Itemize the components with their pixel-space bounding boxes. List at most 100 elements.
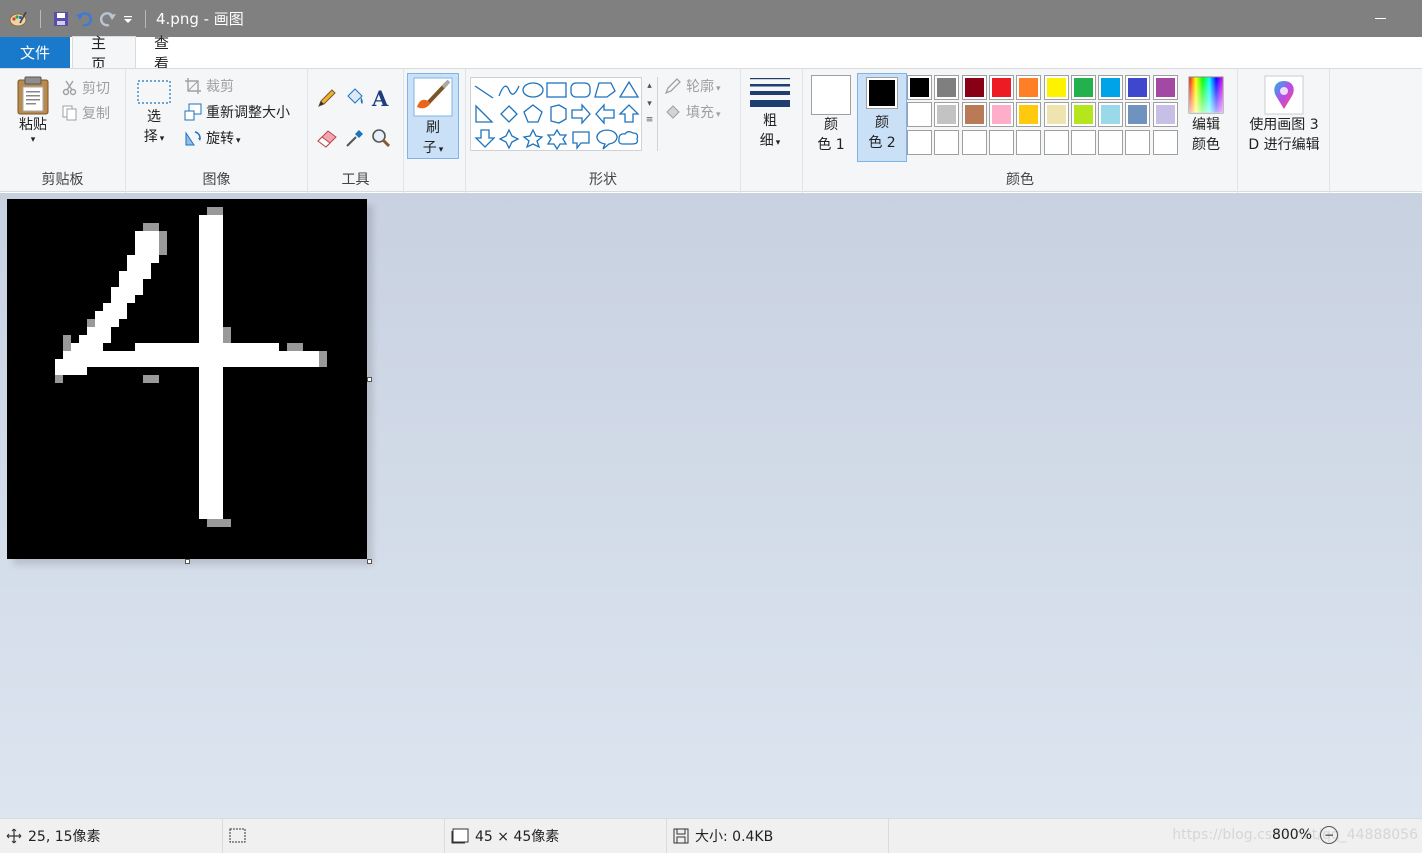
palette-swatch[interactable]: [961, 129, 987, 155]
oval-callout-shape-icon: [596, 129, 618, 150]
size-button[interactable]: 粗 细: [748, 77, 792, 153]
tab-home[interactable]: 主页: [72, 34, 136, 73]
palette-swatch[interactable]: [1070, 102, 1096, 128]
color1-button[interactable]: 颜 色 1: [809, 75, 853, 155]
image-size-text: 45 × 45像素: [475, 829, 560, 845]
pencil-icon[interactable]: [316, 87, 338, 109]
palette-swatch[interactable]: [1125, 102, 1151, 128]
fill-bucket-icon[interactable]: [344, 87, 366, 109]
gallery-more-icon[interactable]: ≡: [642, 115, 657, 125]
palette-swatch[interactable]: [1125, 75, 1151, 100]
palette-swatch[interactable]: [1098, 129, 1124, 155]
palette-swatch[interactable]: [934, 102, 960, 128]
palette-swatch[interactable]: [907, 129, 932, 155]
palette-swatch[interactable]: [1043, 129, 1069, 155]
shapes-gallery-scroll[interactable]: ▴ ▾ ≡: [641, 77, 657, 151]
paint3d-label-line1: 使用画图 3: [1249, 117, 1319, 133]
select-button[interactable]: 选 择: [134, 77, 174, 149]
color2-button[interactable]: 颜 色 2: [857, 73, 907, 162]
palette-swatch[interactable]: [934, 129, 960, 155]
paste-label: 粘贴: [19, 117, 47, 133]
minimize-button[interactable]: [1370, 8, 1390, 28]
palette-swatch[interactable]: [1152, 129, 1178, 155]
color2-label-line1: 颜: [875, 115, 889, 131]
palette-swatch[interactable]: [1125, 129, 1151, 155]
shapes-gallery: ▴ ▾ ≡: [470, 77, 658, 151]
select-label-line1: 选: [147, 109, 161, 125]
color1-label-line2: 色 1: [817, 137, 845, 153]
group-clipboard: 粘贴 ▾ 剪切 复制 剪贴板: [0, 69, 126, 193]
zoom-level: 800%: [1271, 827, 1312, 843]
palette-swatch[interactable]: [961, 75, 987, 100]
gallery-down-icon[interactable]: ▾: [642, 99, 657, 109]
palette-swatch[interactable]: [988, 129, 1014, 155]
palette-swatch[interactable]: [1098, 75, 1124, 100]
palette-swatch[interactable]: [1070, 75, 1096, 100]
resize-label: 重新调整大小: [206, 105, 290, 121]
paint-app-icon[interactable]: [8, 9, 28, 29]
file-size-text: 大小: 0.4KB: [695, 829, 774, 845]
ribbon: 粘贴 ▾ 剪切 复制 剪贴板 选 择 裁剪 重新调整大小 旋转: [0, 68, 1422, 193]
canvas-resize-handle-bottom[interactable]: [185, 559, 190, 564]
paste-button[interactable]: 粘贴 ▾: [8, 75, 58, 145]
ribbon-tabs: 文件 主页 查看: [0, 34, 1422, 73]
fill-button[interactable]: 填充: [664, 101, 721, 123]
palette-swatch[interactable]: [934, 75, 960, 100]
line-shape-icon: [474, 85, 494, 99]
canvas-resize-handle-right[interactable]: [367, 377, 372, 382]
cut-button[interactable]: 剪切: [62, 77, 110, 99]
status-bar: 25, 15像素 45 × 45像素 大小: 0.4KB https://blo…: [0, 818, 1422, 853]
crop-label: 裁剪: [206, 79, 234, 95]
color-picker-icon[interactable]: [344, 127, 366, 149]
edit-colors-button[interactable]: 编辑 颜色: [1185, 75, 1227, 155]
drawing-canvas[interactable]: [7, 199, 367, 559]
palette-swatch[interactable]: [1016, 129, 1042, 155]
image-size-icon: [451, 828, 469, 844]
canvas-workspace[interactable]: [0, 193, 1422, 818]
line-width-icon: [750, 78, 790, 107]
eraser-icon[interactable]: [316, 127, 338, 149]
resize-button[interactable]: 重新调整大小: [184, 101, 290, 123]
paste-dropdown-icon[interactable]: ▾: [31, 135, 36, 145]
palette-swatch[interactable]: [1098, 102, 1124, 128]
cut-label: 剪切: [82, 81, 110, 97]
palette-swatch[interactable]: [988, 102, 1014, 128]
zoom-out-button[interactable]: −: [1320, 826, 1338, 844]
palette-swatch[interactable]: [1016, 75, 1042, 100]
palette-swatch[interactable]: [907, 102, 932, 128]
outline-button[interactable]: 轮廓: [664, 75, 721, 97]
group-shapes: ▴ ▾ ≡ 轮廓 填充 形状: [466, 69, 741, 193]
palette-swatch[interactable]: [1152, 102, 1178, 128]
magnifier-icon[interactable]: [370, 127, 392, 149]
save-icon[interactable]: [53, 11, 69, 27]
palette-swatch[interactable]: [988, 75, 1014, 100]
text-tool-icon[interactable]: A: [370, 87, 392, 109]
canvas-drawing-digit-4: [7, 199, 367, 559]
edit-with-paint3d-button[interactable]: 使用画图 3 D 进行编辑: [1238, 75, 1330, 155]
palette-swatch[interactable]: [1043, 75, 1069, 100]
color2-swatch: [866, 77, 898, 109]
left-arrow-shape-icon: [595, 103, 615, 125]
tab-view[interactable]: 查看: [136, 34, 200, 73]
select-label-line2: 择: [144, 127, 165, 149]
palette-swatch[interactable]: [1070, 129, 1096, 155]
undo-icon[interactable]: [75, 10, 93, 28]
color1-swatch: [811, 75, 851, 115]
scissors-icon: [62, 80, 77, 96]
rounded-rectangle-shape-icon: [570, 82, 591, 98]
palette-swatch[interactable]: [1016, 102, 1042, 128]
palette-swatch[interactable]: [1043, 102, 1069, 128]
rotate-button[interactable]: 旋转: [184, 127, 241, 149]
gallery-up-icon[interactable]: ▴: [642, 81, 657, 91]
palette-swatch[interactable]: [961, 102, 987, 128]
crop-button[interactable]: 裁剪: [184, 75, 234, 97]
palette-swatch[interactable]: [1152, 75, 1178, 100]
crop-icon: [185, 78, 201, 94]
copy-button[interactable]: 复制: [62, 102, 110, 124]
palette-swatch[interactable]: [907, 75, 932, 100]
redo-icon[interactable]: [99, 10, 117, 28]
canvas-resize-handle-corner[interactable]: [367, 559, 372, 564]
tab-file[interactable]: 文件: [0, 37, 70, 68]
brushes-button[interactable]: 刷 子: [407, 73, 459, 159]
customize-quick-access-icon[interactable]: [123, 14, 133, 24]
